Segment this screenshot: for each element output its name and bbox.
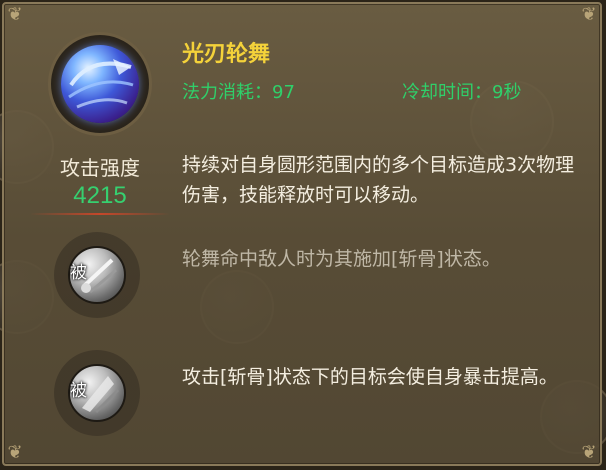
passive-tag: 被 [70,263,87,283]
passive-icon-2: 被 [54,350,140,436]
passive-description-1: 轮舞命中敌人时为其施加[斩骨]状态。 [182,248,501,270]
corner-ornament: ❦ [7,442,23,463]
blade-swirl-graphic [68,59,134,109]
attack-power-label: 攻击强度 [60,156,140,180]
passive-tag: 被 [70,381,87,401]
attack-power-value: 4215 [73,182,127,209]
passive-icon-1: 被 [54,232,140,318]
corner-ornament: ❦ [581,4,597,25]
corner-ornament: ❦ [7,4,23,25]
corner-ornament: ❦ [581,442,597,463]
skill-icon [48,32,152,136]
cooldown-time: 冷却时间：9秒 [402,82,522,103]
skill-description: 持续对自身圆形范围内的多个目标造成3次物理伤害，技能释放时可以移动。 [182,154,575,206]
skill-name: 光刃轮舞 [182,42,271,67]
attack-divider [30,213,170,215]
passive-description-2: 攻击[斩骨]状态下的目标会使自身暴击提高。 [182,366,558,388]
mana-cost: 法力消耗：97 [182,82,295,103]
